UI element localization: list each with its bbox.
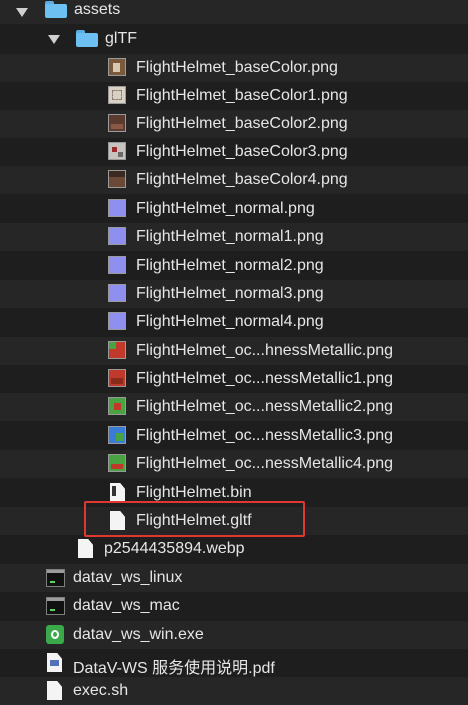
disclosure-expanded-icon[interactable]: [15, 5, 29, 19]
tree-item-label: p2544435894.webp: [104, 540, 245, 557]
tree-item-label: FlightHelmet.bin: [136, 484, 252, 501]
image-thumbnail-icon: [108, 369, 126, 387]
binary-file-icon: [110, 483, 125, 502]
image-thumbnail-icon: [108, 114, 126, 132]
tree-item-file[interactable]: FlightHelmet_normal3.png: [0, 280, 468, 308]
document-icon: [47, 681, 62, 700]
tree-item-file[interactable]: datav_ws_linux: [0, 564, 468, 592]
tree-item-file[interactable]: DataV-WS 服务使用说明.pdf: [0, 649, 468, 677]
folder-icon: [76, 30, 98, 47]
tree-item-file[interactable]: FlightHelmet_oc...nessMetallic4.png: [0, 450, 468, 478]
tree-item-label: exec.sh: [73, 682, 129, 699]
tree-item-assets[interactable]: assets: [0, 0, 468, 24]
tree-item-file[interactable]: FlightHelmet_baseColor.png: [0, 54, 468, 82]
tree-item-file[interactable]: FlightHelmet_oc...nessMetallic3.png: [0, 422, 468, 450]
tree-item-file[interactable]: FlightHelmet_oc...nessMetallic2.png: [0, 393, 468, 421]
tree-item-file[interactable]: FlightHelmet_baseColor4.png: [0, 166, 468, 194]
image-thumbnail-icon: [108, 142, 126, 160]
tree-item-file[interactable]: FlightHelmet_normal.png: [0, 195, 468, 223]
folder-icon: [45, 1, 67, 18]
tree-item-file[interactable]: datav_ws_mac: [0, 592, 468, 620]
tree-item-label: FlightHelmet_normal1.png: [136, 228, 324, 245]
tree-item-file[interactable]: p2544435894.webp: [0, 535, 468, 563]
image-thumbnail-icon: [108, 199, 126, 217]
image-thumbnail-icon: [108, 312, 126, 330]
terminal-icon: [46, 569, 65, 587]
image-thumbnail-icon: [108, 397, 126, 415]
image-thumbnail-icon: [108, 58, 126, 76]
tree-item-file[interactable]: FlightHelmet_normal4.png: [0, 308, 468, 336]
tree-item-label: datav_ws_mac: [73, 597, 180, 614]
image-thumbnail-icon: [108, 227, 126, 245]
image-thumbnail-icon: [108, 341, 126, 359]
tree-item-file[interactable]: FlightHelmet_oc...hnessMetallic.png: [0, 337, 468, 365]
image-thumbnail-icon: [108, 426, 126, 444]
tree-item-file[interactable]: FlightHelmet_normal1.png: [0, 223, 468, 251]
tree-item-file[interactable]: FlightHelmet_baseColor2.png: [0, 110, 468, 138]
tree-item-label: datav_ws_linux: [73, 569, 183, 586]
tree-item-label: FlightHelmet_baseColor2.png: [136, 115, 348, 132]
tree-item-label: FlightHelmet_oc...nessMetallic3.png: [136, 427, 394, 444]
tree-item-label: FlightHelmet_oc...nessMetallic4.png: [136, 455, 394, 472]
tree-item-label: FlightHelmet_baseColor3.png: [136, 143, 348, 160]
tree-item-label: FlightHelmet_normal.png: [136, 200, 315, 217]
tree-item-file[interactable]: FlightHelmet_normal2.png: [0, 252, 468, 280]
terminal-icon: [46, 597, 65, 615]
image-thumbnail-icon: [108, 86, 126, 104]
tree-item-label: FlightHelmet_baseColor.png: [136, 59, 338, 76]
disclosure-expanded-icon[interactable]: [47, 32, 61, 46]
tree-item-label: DataV-WS 服务使用说明.pdf: [73, 660, 275, 677]
tree-item-label: FlightHelmet_normal4.png: [136, 313, 324, 330]
tree-item-label: FlightHelmet_oc...nessMetallic2.png: [136, 398, 394, 415]
exe-icon: [46, 625, 64, 644]
highlight-annotation-box: [84, 501, 305, 537]
image-thumbnail-icon: [108, 454, 126, 472]
tree-item-label: FlightHelmet_baseColor1.png: [136, 87, 348, 104]
tree-item-label: FlightHelmet_oc...nessMetallic1.png: [136, 370, 394, 387]
tree-item-file[interactable]: FlightHelmet_baseColor3.png: [0, 138, 468, 166]
tree-item-label: glTF: [105, 30, 137, 47]
image-thumbnail-icon: [108, 284, 126, 302]
tree-item-file[interactable]: exec.sh: [0, 677, 468, 705]
tree-item-file[interactable]: datav_ws_win.exe: [0, 621, 468, 649]
tree-item-label: FlightHelmet_normal3.png: [136, 285, 324, 302]
tree-item-label: FlightHelmet_baseColor4.png: [136, 171, 348, 188]
tree-item-label: assets: [74, 1, 121, 18]
tree-item-label: FlightHelmet_oc...hnessMetallic.png: [136, 342, 394, 359]
tree-item-file[interactable]: FlightHelmet_baseColor1.png: [0, 82, 468, 110]
document-icon: [78, 539, 93, 558]
tree-item-label: FlightHelmet_normal2.png: [136, 257, 324, 274]
image-thumbnail-icon: [108, 170, 126, 188]
tree-item-file[interactable]: FlightHelmet_oc...nessMetallic1.png: [0, 365, 468, 393]
pdf-icon: [47, 653, 62, 672]
image-thumbnail-icon: [108, 256, 126, 274]
tree-item-gltf-folder[interactable]: glTF: [0, 25, 468, 53]
tree-item-label: datav_ws_win.exe: [73, 626, 204, 643]
